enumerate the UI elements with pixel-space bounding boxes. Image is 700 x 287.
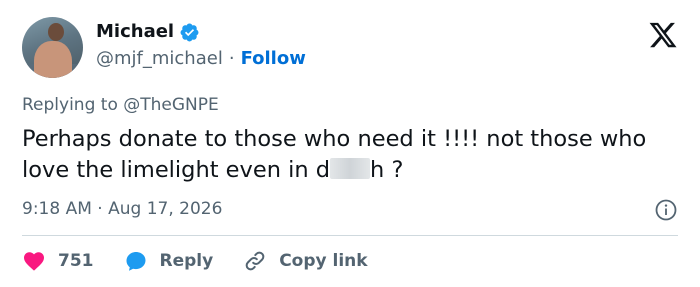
- tweet-time: 9:18 AM: [22, 199, 92, 219]
- link-icon: [245, 251, 265, 271]
- like-count: 751: [58, 251, 94, 271]
- copy-link-label: Copy link: [279, 251, 368, 271]
- timestamp-separator: ·: [97, 199, 103, 219]
- heart-icon: [24, 252, 44, 271]
- copy-link-button[interactable]: Copy link: [243, 249, 368, 273]
- tweet-date: Aug 17, 2026: [108, 199, 223, 219]
- info-icon[interactable]: [654, 198, 678, 222]
- like-button[interactable]: 751: [22, 249, 94, 273]
- follow-button[interactable]: Follow: [241, 48, 306, 70]
- divider: [22, 235, 678, 236]
- handle-separator: ·: [228, 48, 235, 69]
- avatar-head: [48, 23, 64, 41]
- author-display-name[interactable]: Michael: [96, 21, 174, 43]
- x-logo-icon[interactable]: [648, 20, 678, 50]
- reply-button[interactable]: Reply: [124, 249, 214, 273]
- tweet-text-after: h ?: [370, 157, 404, 183]
- redaction-blur: [330, 158, 371, 179]
- tweet-text: Perhaps donate to those who need it !!!!…: [22, 124, 682, 186]
- reply-label: Reply: [159, 251, 214, 271]
- replying-to-prefix: Replying to: [22, 95, 118, 115]
- replying-to-line: Replying to @TheGNPE: [22, 94, 219, 116]
- avatar-figure: [34, 41, 72, 78]
- author-handle[interactable]: @mjf_michael: [96, 48, 223, 70]
- author-name-row: Michael: [96, 21, 200, 43]
- author-handle-row: @mjf_michael · Follow: [96, 48, 306, 70]
- tweet-timestamp[interactable]: 9:18 AM · Aug 17, 2026: [22, 198, 222, 220]
- avatar[interactable]: [22, 17, 83, 78]
- reply-bubble-icon: [126, 252, 145, 271]
- verified-badge-icon: [180, 23, 199, 41]
- action-bar: 751 Reply Copy link: [22, 248, 398, 274]
- replying-to-mention[interactable]: @TheGNPE: [123, 95, 219, 115]
